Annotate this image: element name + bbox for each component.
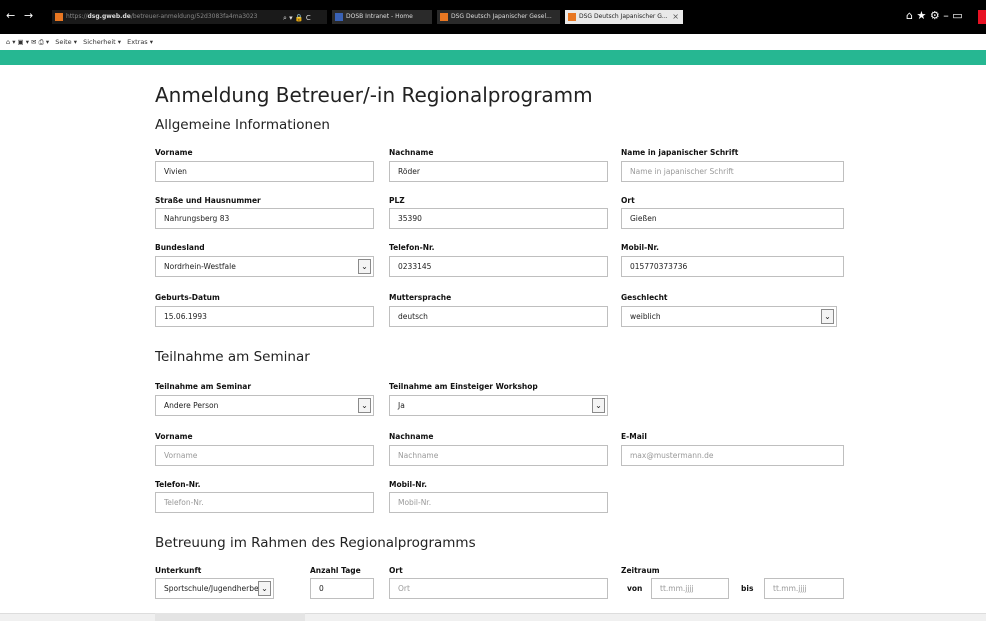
tab-label: DSG Deutsch Japanischer Gesel... <box>451 13 552 20</box>
unterkunft-select[interactable]: Sportschule/Jugendherber ⌄ <box>155 578 274 599</box>
email-label: E-Mail <box>621 432 647 441</box>
mobil-label: Mobil-Nr. <box>621 243 659 252</box>
close-window-button[interactable] <box>978 10 986 24</box>
tab-dosb[interactable]: DOSB Intranet - Home <box>332 10 432 24</box>
japan-name-input[interactable] <box>621 161 844 182</box>
seminar-nachname-input[interactable] <box>389 445 608 466</box>
strasse-label: Straße und Hausnummer <box>155 196 261 205</box>
nachname-label: Nachname <box>389 148 434 157</box>
mobil-input[interactable] <box>621 256 844 277</box>
ort-label: Ort <box>621 196 635 205</box>
ort-input[interactable] <box>621 208 844 229</box>
telefon-input[interactable] <box>389 256 608 277</box>
seminar-nachname-label: Nachname <box>389 432 434 441</box>
teilnahme-label: Teilnahme am Seminar <box>155 382 252 391</box>
bundesland-label: Bundesland <box>155 243 205 252</box>
tab-dsg-1[interactable]: DSG Deutsch Japanischer Gesel... <box>437 10 560 24</box>
vorname-label: Vorname <box>155 148 193 157</box>
zeitraum-label: Zeitraum <box>621 566 660 575</box>
forward-button[interactable]: → <box>24 8 33 24</box>
bis-date-input[interactable] <box>764 578 844 599</box>
email-field[interactable] <box>621 445 844 466</box>
tab-close-icon[interactable]: × <box>672 10 679 24</box>
tab-label: DSG Deutsch Japanischer G... <box>579 13 668 20</box>
tage-label: Anzahl Tage <box>310 566 361 575</box>
von-date-input[interactable] <box>651 578 729 599</box>
workshop-value: Ja <box>398 401 405 410</box>
muttersprache-label: Muttersprache <box>389 293 452 302</box>
chevron-down-icon[interactable]: ⌄ <box>258 581 271 596</box>
telefon-label: Telefon-Nr. <box>389 243 435 252</box>
support-ort-input[interactable] <box>389 578 608 599</box>
menu-seite[interactable]: Seite ▾ <box>55 38 77 46</box>
chevron-down-icon[interactable]: ⌄ <box>592 398 605 413</box>
von-label: von <box>627 584 643 593</box>
dosb-favicon-icon <box>335 13 343 21</box>
section-seminar-title: Teilnahme am Seminar <box>155 349 310 365</box>
menu-sicherheit[interactable]: Sicherheit ▾ <box>83 38 121 46</box>
support-ort-label: Ort <box>389 566 403 575</box>
workshop-label: Teilnahme am Einsteiger Workshop <box>389 382 538 391</box>
tab-label: DOSB Intranet - Home <box>346 13 413 20</box>
window-controls[interactable]: ⌂ ★ ⚙ – ▭ <box>906 9 963 22</box>
seminar-telefon-label: Telefon-Nr. <box>155 480 201 489</box>
url-path: /betreuer-anmeldung/52d3083fa4ma3023 <box>130 13 258 20</box>
teilnahme-value: Andere Person <box>164 401 219 410</box>
unterkunft-value: Sportschule/Jugendherber <box>164 584 262 593</box>
plz-label: PLZ <box>389 196 405 205</box>
dsg-favicon-icon <box>568 13 576 21</box>
seminar-vorname-input[interactable] <box>155 445 374 466</box>
bis-label: bis <box>741 584 754 593</box>
japan-name-label: Name in japanischer Schrift <box>621 148 739 157</box>
bundesland-value: Nordrhein-Westfale <box>164 262 236 271</box>
tab-dsg-active[interactable]: DSG Deutsch Japanischer G... × <box>565 10 683 24</box>
geschlecht-value: weiblich <box>630 312 661 321</box>
chevron-down-icon[interactable]: ⌄ <box>821 309 834 324</box>
browser-titlebar: ← → https://dsg.gweb.de/betreuer-anmeldu… <box>0 0 986 34</box>
section-general-title: Allgemeine Informationen <box>155 117 330 133</box>
chevron-down-icon[interactable]: ⌄ <box>358 398 371 413</box>
dsg-favicon-icon <box>440 13 448 21</box>
bundesland-select[interactable]: Nordrhein-Westfale ⌄ <box>155 256 374 277</box>
geschlecht-label: Geschlecht <box>621 293 668 302</box>
seminar-telefon-input[interactable] <box>155 492 374 513</box>
unterkunft-label: Unterkunft <box>155 566 202 575</box>
plz-input[interactable] <box>389 208 608 229</box>
workshop-select[interactable]: Ja ⌄ <box>389 395 608 416</box>
teilnahme-select[interactable]: Andere Person ⌄ <box>155 395 374 416</box>
section-support-title: Betreuung im Rahmen des Regionalprogramm… <box>155 535 476 551</box>
seminar-mobil-label: Mobil-Nr. <box>389 480 427 489</box>
command-bar: ⌂ ▾ ▣ ▾ ✉ ⎙ ▾ Seite ▾ Sicherheit ▾ Extra… <box>0 34 986 50</box>
site-favicon-icon <box>55 13 63 21</box>
seminar-vorname-label: Vorname <box>155 432 193 441</box>
seminar-mobil-input[interactable] <box>389 492 608 513</box>
bottom-bar <box>0 613 986 621</box>
vorname-input[interactable] <box>155 161 374 182</box>
chevron-down-icon[interactable]: ⌄ <box>358 259 371 274</box>
geburt-label: Geburts-Datum <box>155 293 220 302</box>
strasse-input[interactable] <box>155 208 374 229</box>
address-bar-controls[interactable]: ⌕ ▾ 🔒 C <box>283 10 311 26</box>
geburt-input[interactable] <box>155 306 374 327</box>
site-header-bar <box>0 50 986 65</box>
muttersprache-input[interactable] <box>389 306 608 327</box>
tage-input[interactable] <box>310 578 374 599</box>
geschlecht-select[interactable]: weiblich ⌄ <box>621 306 837 327</box>
page-title: Anmeldung Betreuer/-in Regionalprogramm <box>155 83 593 107</box>
nachname-input[interactable] <box>389 161 608 182</box>
command-bar-icons[interactable]: ⌂ ▾ ▣ ▾ ✉ ⎙ ▾ <box>6 38 49 46</box>
url-prefix: https:// <box>66 13 88 20</box>
back-button[interactable]: ← <box>6 8 15 24</box>
url-domain: dsg.gweb.de <box>87 13 131 20</box>
next-section-placeholder <box>155 613 305 621</box>
menu-extras[interactable]: Extras ▾ <box>127 38 153 46</box>
